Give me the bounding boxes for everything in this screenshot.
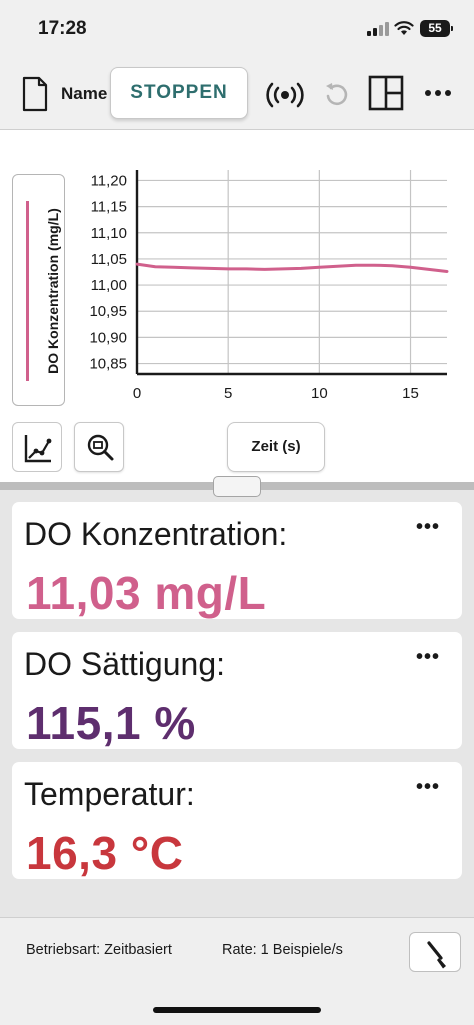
file-icon[interactable] — [22, 76, 48, 112]
cellular-signal-icon — [367, 22, 389, 36]
footer: Betriebsart: Zeitbasiert Rate: 1 Beispie… — [0, 917, 474, 1025]
meter-card-do-concentration[interactable]: DO Konzentration: 11,03 mg/L ••• — [12, 502, 462, 619]
y-tick-label: 11,00 — [91, 277, 127, 294]
y-tick-label: 11,10 — [91, 225, 127, 242]
x-axis-label-button[interactable]: Zeit (s) — [227, 422, 325, 472]
y-axis-label: DO Konzentration (mg/L) — [45, 208, 61, 374]
y-tick-label: 10,90 — [89, 329, 127, 346]
graph-line-icon — [24, 435, 52, 463]
meter-label: DO Konzentration: — [24, 516, 288, 552]
tools-button[interactable] — [409, 932, 461, 972]
layout-icon[interactable] — [368, 75, 404, 111]
y-axis-label-button[interactable]: DO Konzentration (mg/L) — [12, 174, 65, 406]
meter-value: 11,03 mg/L — [26, 567, 267, 619]
graph-panel: DO Konzentration (mg/L) 11,20 11,15 11,10 1… — [0, 130, 474, 482]
stop-button[interactable]: STOPPEN — [110, 67, 248, 119]
meter-card-do-saturation[interactable]: DO Sättigung: 115,1 % ••• — [12, 632, 462, 749]
x-tick-label: 5 — [224, 385, 232, 402]
meter-card-temperature[interactable]: Temperatur: 16,3 °C ••• — [12, 762, 462, 879]
series-color-swatch — [26, 201, 29, 381]
series-line — [135, 262, 449, 273]
drag-handle[interactable] — [213, 476, 261, 497]
zoom-icon — [87, 434, 114, 461]
status-bar: 17:28 55 — [0, 0, 474, 60]
meter-more-icon[interactable]: ••• — [416, 776, 440, 799]
undo-icon[interactable] — [323, 80, 351, 108]
y-tick-label: 10,95 — [89, 303, 127, 320]
toolbar: Name STOPPEN — [0, 60, 474, 130]
x-tick-label: 15 — [402, 385, 419, 402]
meter-value: 16,3 °C — [26, 827, 184, 879]
sensor-signal-icon[interactable] — [266, 82, 304, 108]
home-indicator — [153, 1007, 321, 1013]
mode-label: Betriebsart: Zeitbasiert — [26, 942, 172, 958]
status-time: 17:28 — [38, 18, 87, 39]
zoom-button[interactable] — [74, 422, 124, 472]
line-chart[interactable]: 11,20 11,15 11,10 11,05 11,00 10,95 10,90 10,85… — [70, 166, 450, 406]
wrench-icon — [427, 941, 446, 969]
meter-label: Temperatur: — [24, 776, 195, 812]
y-tick-label: 11,15 — [91, 199, 127, 216]
y-tick-label: 10,85 — [89, 356, 127, 373]
rate-label: Rate: 1 Beispiele/s — [222, 942, 343, 958]
x-tick-label: 10 — [311, 385, 328, 402]
file-name-label[interactable]: Name — [61, 84, 107, 104]
x-tick-label: 0 — [133, 385, 141, 402]
meter-label: DO Sättigung: — [24, 646, 225, 682]
battery-indicator: 55 — [420, 20, 453, 37]
graph-options-button[interactable] — [12, 422, 62, 472]
meter-more-icon[interactable]: ••• — [416, 646, 440, 669]
more-icon[interactable] — [424, 89, 452, 97]
y-tick-label: 11,20 — [91, 172, 127, 189]
y-tick-label: 11,05 — [91, 251, 127, 268]
wifi-icon — [394, 21, 414, 35]
meter-more-icon[interactable]: ••• — [416, 516, 440, 539]
meter-value: 115,1 % — [26, 697, 196, 749]
